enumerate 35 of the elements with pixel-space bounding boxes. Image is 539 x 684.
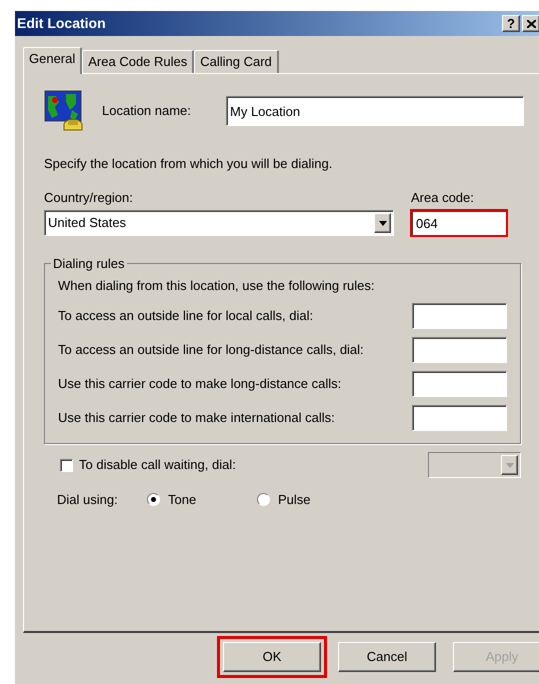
radio-option[interactable]: Pulse [257,490,367,510]
help-button[interactable]: ? [502,15,520,32]
dialog-button[interactable]: OK [223,642,321,672]
dial-using-label: Dial using: [57,491,119,509]
rule-field[interactable] [412,303,507,329]
window-title: Edit Location [17,14,106,33]
dropdown-button[interactable] [374,213,391,233]
area-code-field[interactable]: 064 [411,210,507,236]
caret-icon [506,462,514,468]
call-waiting-label: To disable call waiting, dial: [79,456,236,474]
tab[interactable]: Calling Card [194,50,279,73]
dialog-button[interactable]: Cancel [338,642,436,672]
radio-option[interactable]: Tone [147,490,257,510]
rule-field[interactable] [412,337,507,363]
radio-button[interactable] [147,493,160,506]
rules-intro: When dialing from this location, use the following rules: [58,276,376,295]
location-name-label: Location name: [102,102,192,120]
country-label: Country/region: [44,188,134,207]
rule-label: To access an outside line for long-distance calls, dial: [58,341,364,360]
caret-icon [378,220,386,226]
rule-field[interactable] [412,405,507,431]
location-name-field[interactable]: My Location [226,96,524,126]
area-code-label: Area code: [411,188,475,206]
rule-label: Use this carrier code to make long-distance calls: [58,375,342,394]
instruction-text: Specify the location from which you will be dialing. [44,155,334,173]
close-icon [526,20,536,28]
group-title: Dialing rules [52,255,126,273]
tab[interactable]: Area Code Rules [82,50,194,73]
rule-label: To access an outside line for local calls, dial: [58,307,314,326]
rule-label: Use this carrier code to make international calls: [58,409,335,428]
country-dropdown[interactable]: United States [44,210,394,236]
radio-button[interactable] [257,493,270,506]
close-button[interactable] [522,15,539,32]
rule-field[interactable] [412,371,507,397]
tab[interactable]: General [23,47,82,74]
